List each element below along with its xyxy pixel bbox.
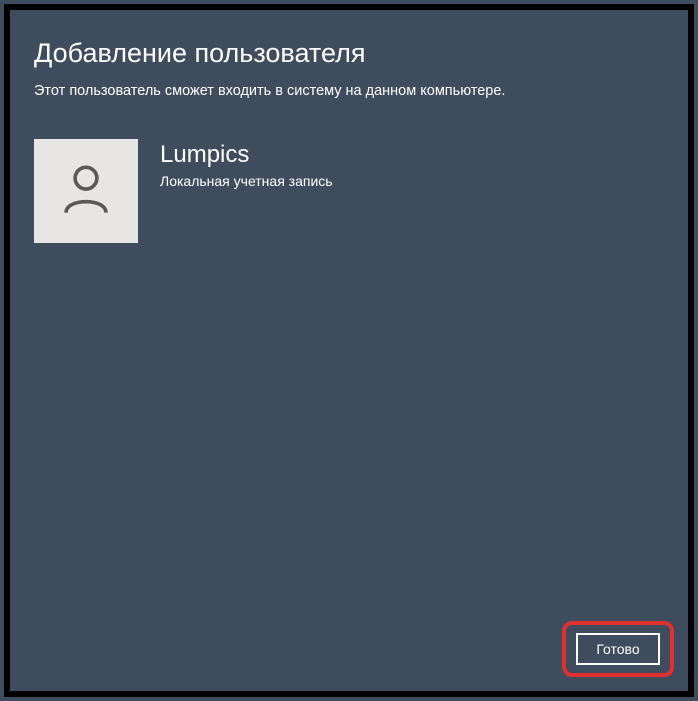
user-row: Lumpics Локальная учетная запись xyxy=(34,139,664,243)
done-button[interactable]: Готово xyxy=(576,633,660,665)
dialog-subtitle: Этот пользователь сможет входить в систе… xyxy=(34,83,664,99)
highlight-annotation: Готово xyxy=(562,621,674,677)
user-icon xyxy=(57,160,115,223)
dialog-title: Добавление пользователя xyxy=(34,38,664,69)
avatar xyxy=(34,139,138,243)
dialog-actions: Готово xyxy=(562,621,674,677)
user-account-type: Локальная учетная запись xyxy=(160,173,333,189)
dialog-window: Добавление пользователя Этот пользовател… xyxy=(4,4,694,697)
user-name: Lumpics xyxy=(160,141,333,169)
user-info: Lumpics Локальная учетная запись xyxy=(160,139,333,189)
dialog-content: Добавление пользователя Этот пользовател… xyxy=(10,10,688,691)
